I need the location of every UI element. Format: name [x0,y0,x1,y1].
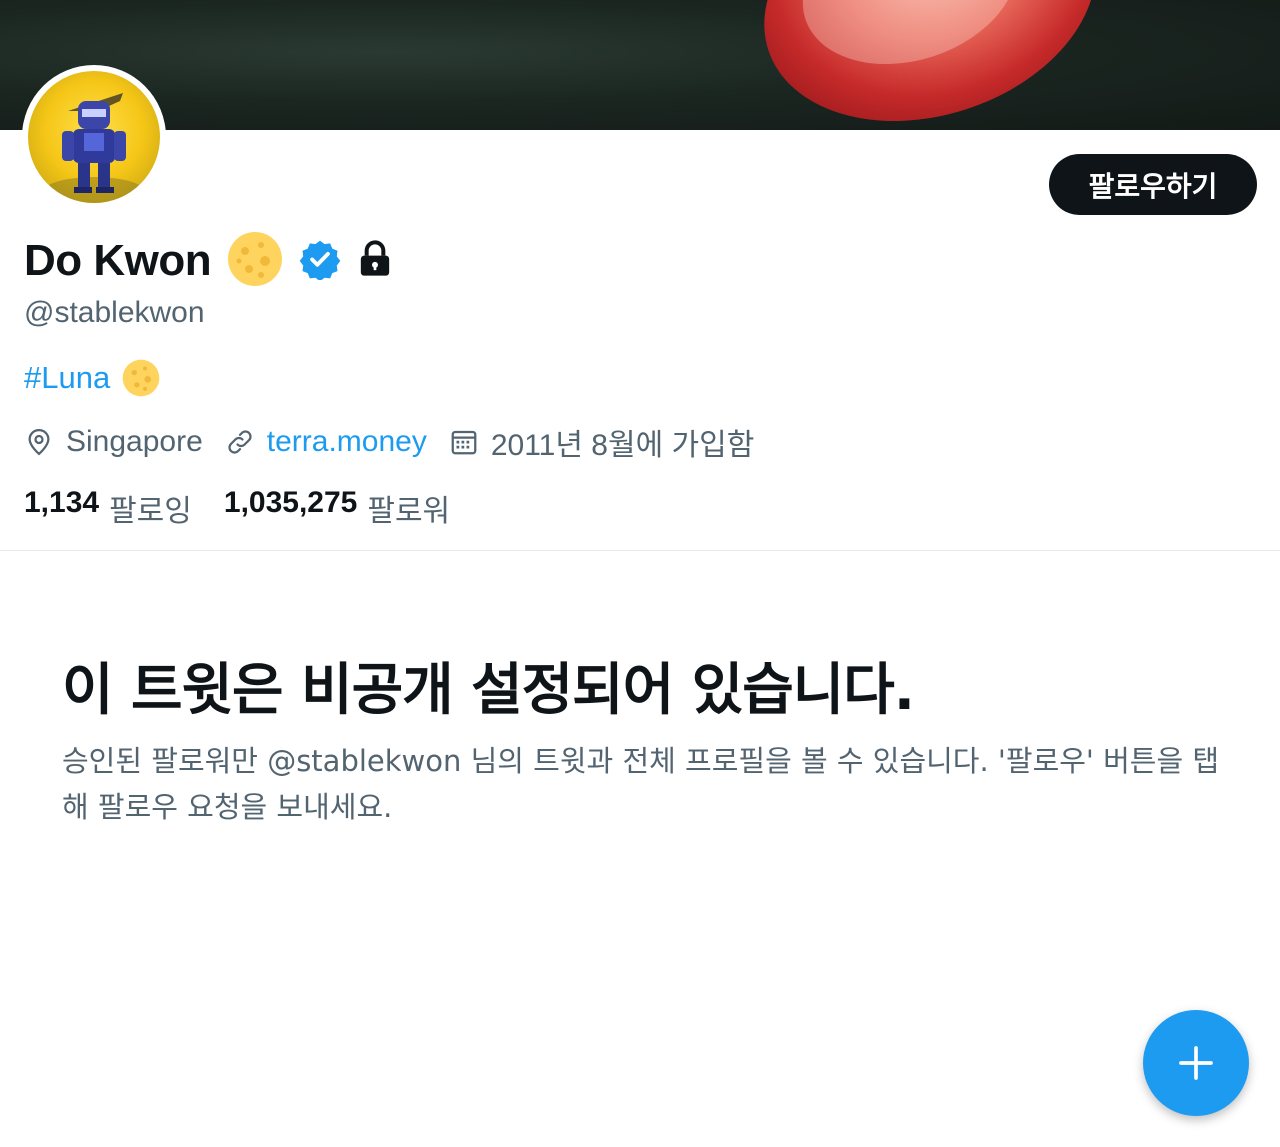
protected-description: 승인된 팔로워만 @stablekwon 님의 트윗과 전체 프로필을 볼 수 … [62,744,1220,824]
bio-hashtag-link[interactable]: #Luna [24,360,110,396]
plus-icon [1179,1046,1213,1080]
moon-emoji-icon [122,359,160,397]
profile-name-row: Do Kwon [24,230,395,292]
protected-title: 이 트윗은 비공개 설정되어 있습니다. [62,658,915,723]
following-count: 1,134 [24,486,100,519]
following-link[interactable]: 1,134 팔로잉 [24,486,224,530]
profile-bio: #Luna [24,358,160,398]
verified-badge-icon[interactable] [299,238,341,284]
avatar[interactable] [22,65,166,209]
website-link[interactable]: terra.money [267,425,427,459]
lock-icon [355,239,395,283]
profile-name: Do Kwon [24,236,212,285]
location-text: Singapore [66,425,203,458]
followers-link[interactable]: 1,035,275 팔로워 [224,486,482,530]
joined-text: 2011년 8월에 가입함 [490,429,755,462]
following-label: 팔로잉 [109,495,192,528]
avatar-image [28,71,160,203]
profile-handle: @stablekwon [24,296,205,329]
profile-meta: Singapore terra.money 2011년 8월에 가입함 [24,420,776,464]
calendar-icon [451,430,477,455]
location-pin-icon [28,428,50,456]
link-icon [228,430,252,454]
website-item[interactable]: terra.money [225,425,427,459]
location-item: Singapore [24,425,203,459]
joined-item: 2011년 8월에 가입함 [449,420,754,464]
profile-stats: 1,134 팔로잉 1,035,275 팔로워 [24,486,482,530]
compose-button[interactable] [1143,1010,1249,1116]
divider [0,550,1280,551]
followers-label: 팔로워 [367,495,451,528]
moon-emoji-icon [227,231,283,291]
followers-count: 1,035,275 [223,486,358,519]
profile-banner[interactable] [0,0,1280,130]
follow-button[interactable]: 팔로우하기 [1049,154,1257,215]
